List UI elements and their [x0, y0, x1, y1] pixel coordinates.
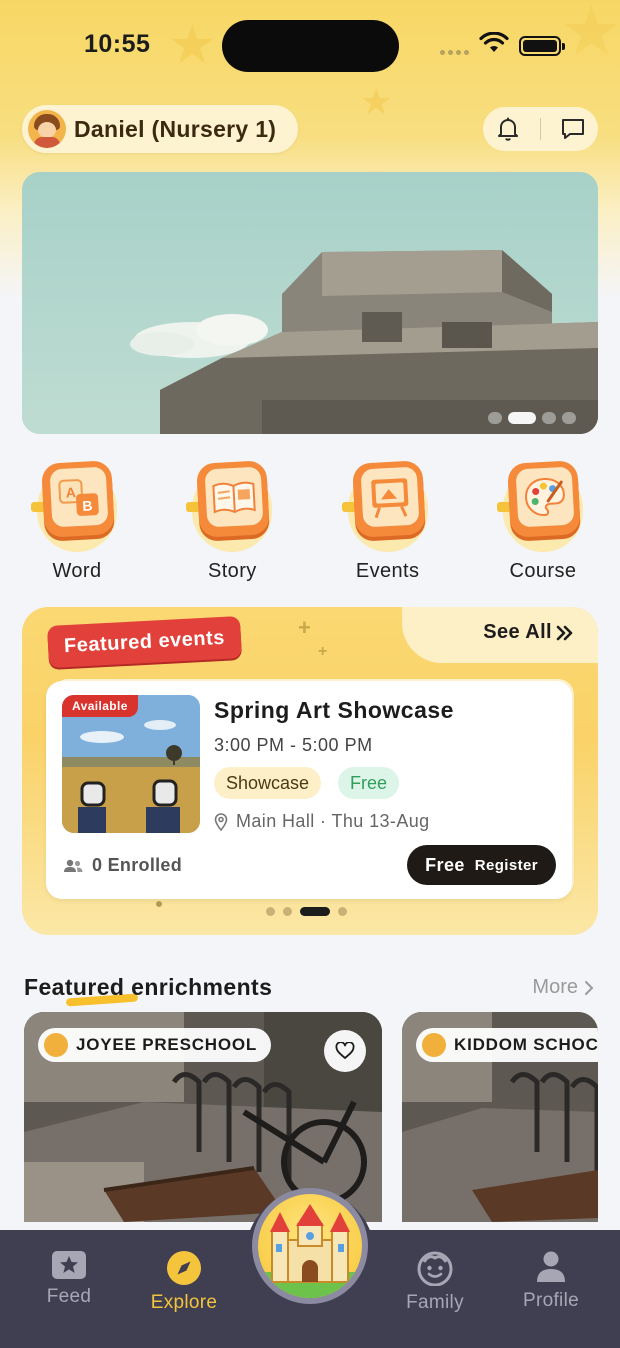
event-price: Free — [425, 854, 465, 875]
tab-family[interactable]: Family — [385, 1250, 485, 1314]
tab-profile[interactable]: Profile — [501, 1250, 601, 1312]
sparkle-icon: + — [298, 615, 311, 640]
notifications-button[interactable] — [490, 111, 526, 147]
quick-nav-label: Word — [52, 560, 102, 582]
quick-nav-course[interactable]: Course — [488, 458, 598, 588]
heart-icon — [335, 1042, 355, 1059]
svg-text:A: A — [65, 484, 76, 501]
header-divider — [540, 118, 541, 140]
school-logo — [422, 1033, 446, 1057]
event-location-text: Main Hall · Thu 13-Aug — [236, 811, 430, 831]
chevron-right-icon — [585, 980, 594, 995]
status-bar: 10:55 — [0, 0, 620, 92]
double-chevron-right-icon — [556, 625, 573, 640]
banner-pager — [488, 412, 576, 424]
tab-feed[interactable]: Feed — [19, 1250, 119, 1308]
featured-events-section: Featured events + + See All Available Sp… — [22, 607, 598, 935]
center-home-button[interactable] — [252, 1188, 368, 1304]
palette-icon — [495, 458, 591, 554]
child-profile-switcher[interactable]: Daniel (Nursery 1) — [22, 105, 299, 153]
castle-icon — [258, 1204, 362, 1298]
event-title: Spring Art Showcase — [214, 697, 454, 723]
star-card-icon — [52, 1251, 86, 1279]
messages-button[interactable] — [555, 111, 591, 147]
enrolled-count: 0 Enrolled — [62, 855, 182, 876]
chat-icon — [562, 119, 584, 139]
sparkle-icon: + — [318, 643, 328, 660]
quick-nav-word[interactable]: A B Word — [22, 458, 132, 588]
people-icon — [64, 859, 83, 872]
quick-nav-label: Course — [509, 560, 577, 582]
quick-nav: A B Word Story Events Course — [22, 458, 598, 588]
banner-pager-dot[interactable] — [562, 412, 576, 424]
quick-nav-story[interactable]: Story — [177, 458, 287, 588]
compass-icon — [167, 1251, 201, 1285]
events-pager-dot[interactable] — [283, 907, 292, 916]
quick-nav-label: Story — [207, 560, 257, 582]
bell-icon — [498, 117, 518, 141]
smiley-face-icon — [417, 1251, 453, 1286]
availability-badge: Available — [62, 695, 138, 717]
events-pager-dot[interactable] — [266, 907, 275, 916]
profile-name: Daniel (Nursery 1) — [74, 115, 277, 142]
event-time: 3:00 PM - 5:00 PM — [214, 735, 373, 755]
child-avatar — [28, 110, 66, 148]
events-pager-dot-active[interactable] — [300, 907, 330, 916]
featured-events-label: Featured events — [63, 626, 226, 657]
banner-image — [22, 172, 598, 434]
register-label: Register — [474, 856, 538, 874]
tab-label: Profile — [523, 1290, 579, 1311]
register-button[interactable]: Free Register — [407, 845, 556, 885]
open-book-icon — [184, 458, 280, 554]
wifi-icon — [479, 31, 509, 59]
event-location: Main Hall · Thu 13-Aug — [214, 811, 430, 832]
more-label: More — [532, 976, 578, 998]
cellular-signal-icon — [440, 50, 469, 55]
dynamic-island — [222, 20, 399, 72]
tab-explore[interactable]: Explore — [134, 1250, 234, 1314]
svg-text:B: B — [82, 497, 93, 514]
tab-label: Explore — [150, 1292, 218, 1313]
see-all-label: See All — [483, 621, 552, 643]
events-pager — [266, 907, 347, 916]
school-name: JOYEE PRESCHOOL — [76, 1035, 258, 1054]
school-logo — [44, 1033, 68, 1057]
school-name: KIDDOM SCHOC — [454, 1035, 598, 1054]
quick-nav-events[interactable]: Events — [333, 458, 443, 588]
featured-events-badge: Featured events — [47, 615, 242, 669]
enrichment-card[interactable]: KIDDOM SCHOC — [402, 1012, 598, 1222]
promo-banner-carousel[interactable] — [22, 172, 598, 434]
banner-pager-dot[interactable] — [542, 412, 556, 424]
see-all-events-link[interactable]: See All — [483, 621, 574, 644]
banner-pager-dot-active[interactable] — [508, 412, 536, 424]
quick-nav-label: Events — [355, 560, 420, 582]
decorative-dot — [156, 901, 162, 907]
school-tag: JOYEE PRESCHOOL — [38, 1028, 272, 1062]
person-icon — [537, 1251, 565, 1282]
event-thumbnail: Available — [62, 695, 200, 833]
more-enrichments-link[interactable]: More — [532, 976, 594, 999]
ab-blocks-icon: A B — [29, 458, 125, 554]
battery-icon — [519, 36, 565, 56]
location-pin-icon — [214, 812, 228, 831]
banner-pager-dot[interactable] — [488, 412, 502, 424]
section-title: Featured enrichments — [24, 974, 273, 1000]
tab-label: Feed — [46, 1286, 92, 1307]
favorite-button[interactable] — [324, 1030, 366, 1072]
school-tag: KIDDOM SCHOC — [416, 1028, 598, 1062]
header-actions — [483, 107, 598, 151]
tab-label: Family — [406, 1292, 464, 1313]
events-pager-dot[interactable] — [338, 907, 347, 916]
event-card[interactable]: Available Spring Art Showcase 3:00 PM - … — [46, 681, 572, 899]
easel-icon — [340, 458, 436, 554]
enrolled-text: 0 Enrolled — [92, 855, 183, 875]
event-tag-free: Free — [338, 767, 400, 799]
event-tag-showcase: Showcase — [214, 767, 322, 799]
status-time: 10:55 — [84, 30, 151, 58]
